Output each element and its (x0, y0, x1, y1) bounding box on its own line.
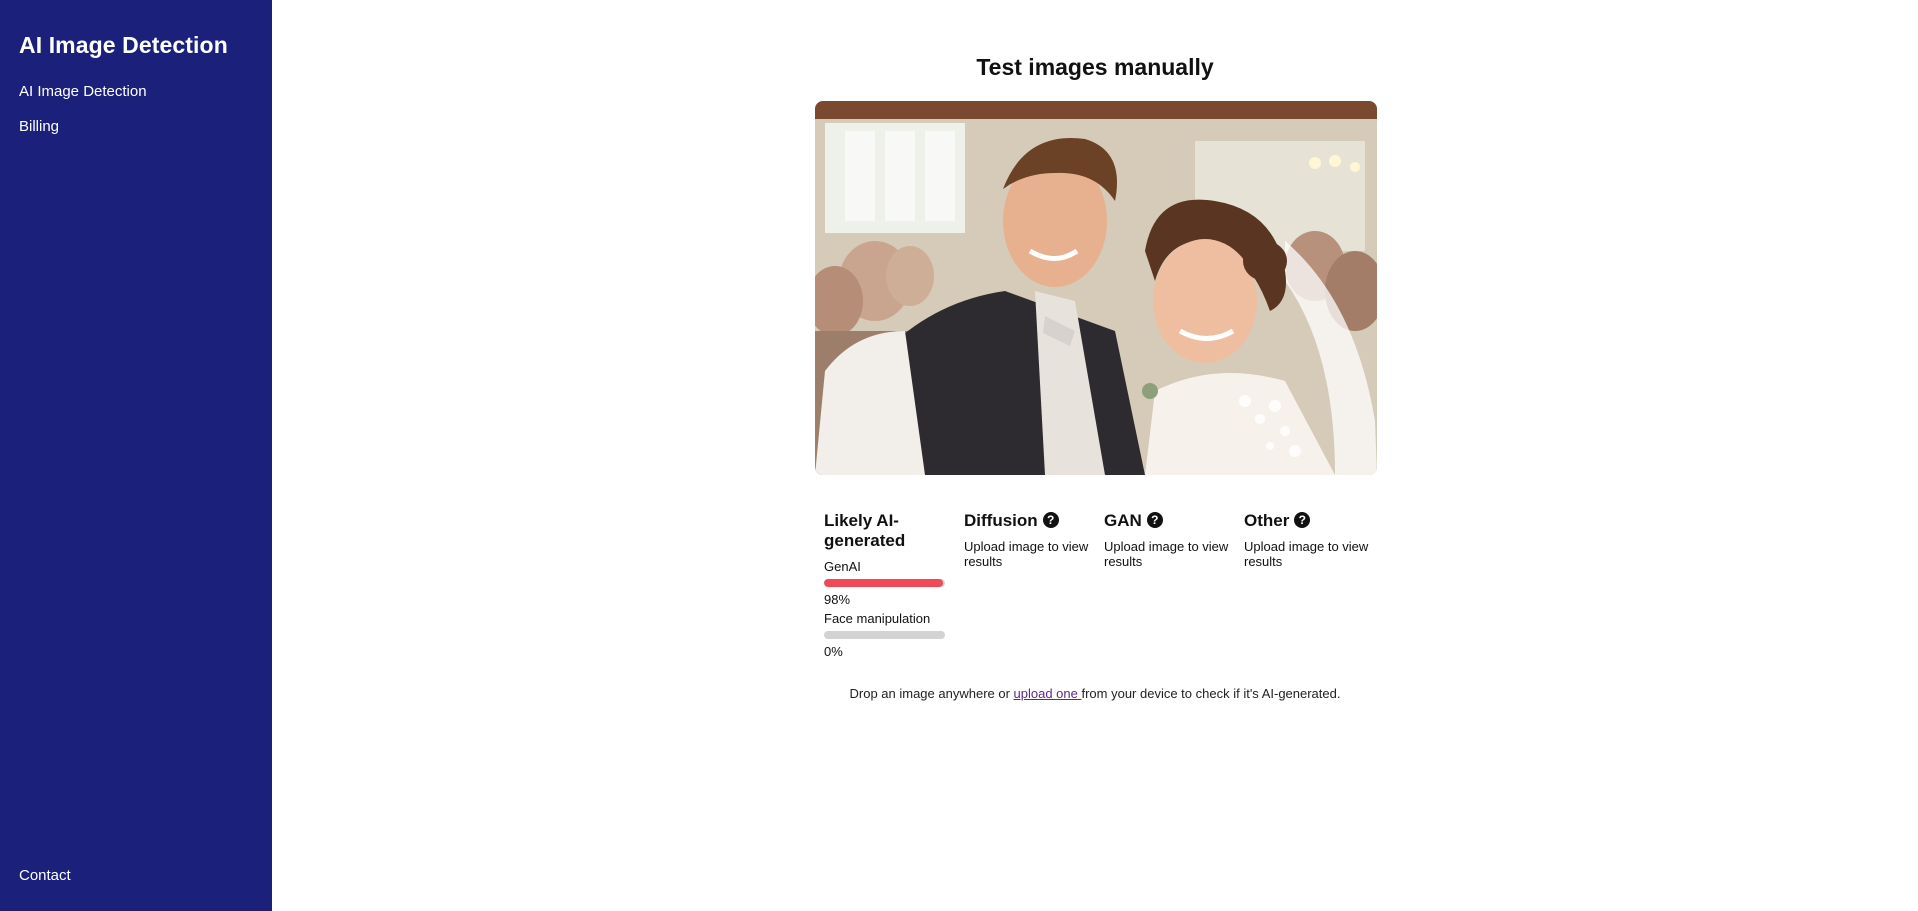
face-manipulation-label: Face manipulation (824, 611, 931, 626)
face-manipulation-bar (824, 631, 945, 639)
result-other: Other ? Upload image to view results (1244, 511, 1384, 663)
upload-link[interactable]: upload one (1014, 686, 1082, 701)
page-title: Test images manually (976, 54, 1214, 80)
uploaded-image (815, 101, 1377, 475)
question-circle-icon[interactable]: ? (1146, 512, 1163, 528)
genai-label: GenAI (824, 559, 861, 574)
sidebar: AI Image Detection AI Image Detection Bi… (0, 0, 272, 911)
other-title: Other (1244, 511, 1290, 530)
results-panel: Likely AI-generated GenAI 98% Face manip… (824, 511, 1384, 663)
diffusion-title: Diffusion (964, 511, 1038, 530)
genai-value: 98% (824, 592, 851, 607)
gan-text: Upload image to view results (1104, 539, 1229, 569)
result-diffusion: Diffusion ? Upload image to view results (964, 511, 1104, 663)
main-content: Test images manually Likely AI-generated… (272, 0, 1918, 911)
gan-title: GAN (1104, 511, 1142, 530)
diffusion-text: Upload image to view results (964, 539, 1089, 569)
genai-bar-fill (824, 579, 943, 587)
brand-title: AI Image Detection (19, 32, 228, 58)
app: AI Image Detection AI Image Detection Bi… (0, 0, 1918, 911)
sidebar-item-billing[interactable]: Billing (19, 118, 253, 135)
genai-bar (824, 579, 945, 587)
result-likely-ai: Likely AI-generated GenAI 98% Face manip… (824, 511, 964, 663)
diffusion-title-row: Diffusion ? (964, 511, 1090, 531)
other-title-row: Other ? (1244, 511, 1370, 531)
gan-title-row: GAN ? (1104, 511, 1230, 531)
other-text: Upload image to view results (1244, 539, 1369, 569)
likely-ai-title: Likely AI-generated (824, 511, 906, 550)
wedding-photo-illustration (815, 101, 1377, 475)
result-gan: GAN ? Upload image to view results (1104, 511, 1244, 663)
question-circle-icon[interactable]: ? (1042, 512, 1059, 528)
sidebar-item-contact[interactable]: Contact (19, 867, 71, 884)
drop-hint: Drop an image anywhere or upload one fro… (272, 686, 1918, 701)
face-manipulation-value: 0% (824, 644, 843, 659)
sidebar-item-ai-image-detection[interactable]: AI Image Detection (19, 83, 253, 100)
drop-hint-after: from your device to check if it's AI-gen… (1081, 686, 1341, 701)
question-circle-icon[interactable]: ? (1294, 512, 1311, 528)
drop-hint-before: Drop an image anywhere or (849, 686, 1014, 701)
